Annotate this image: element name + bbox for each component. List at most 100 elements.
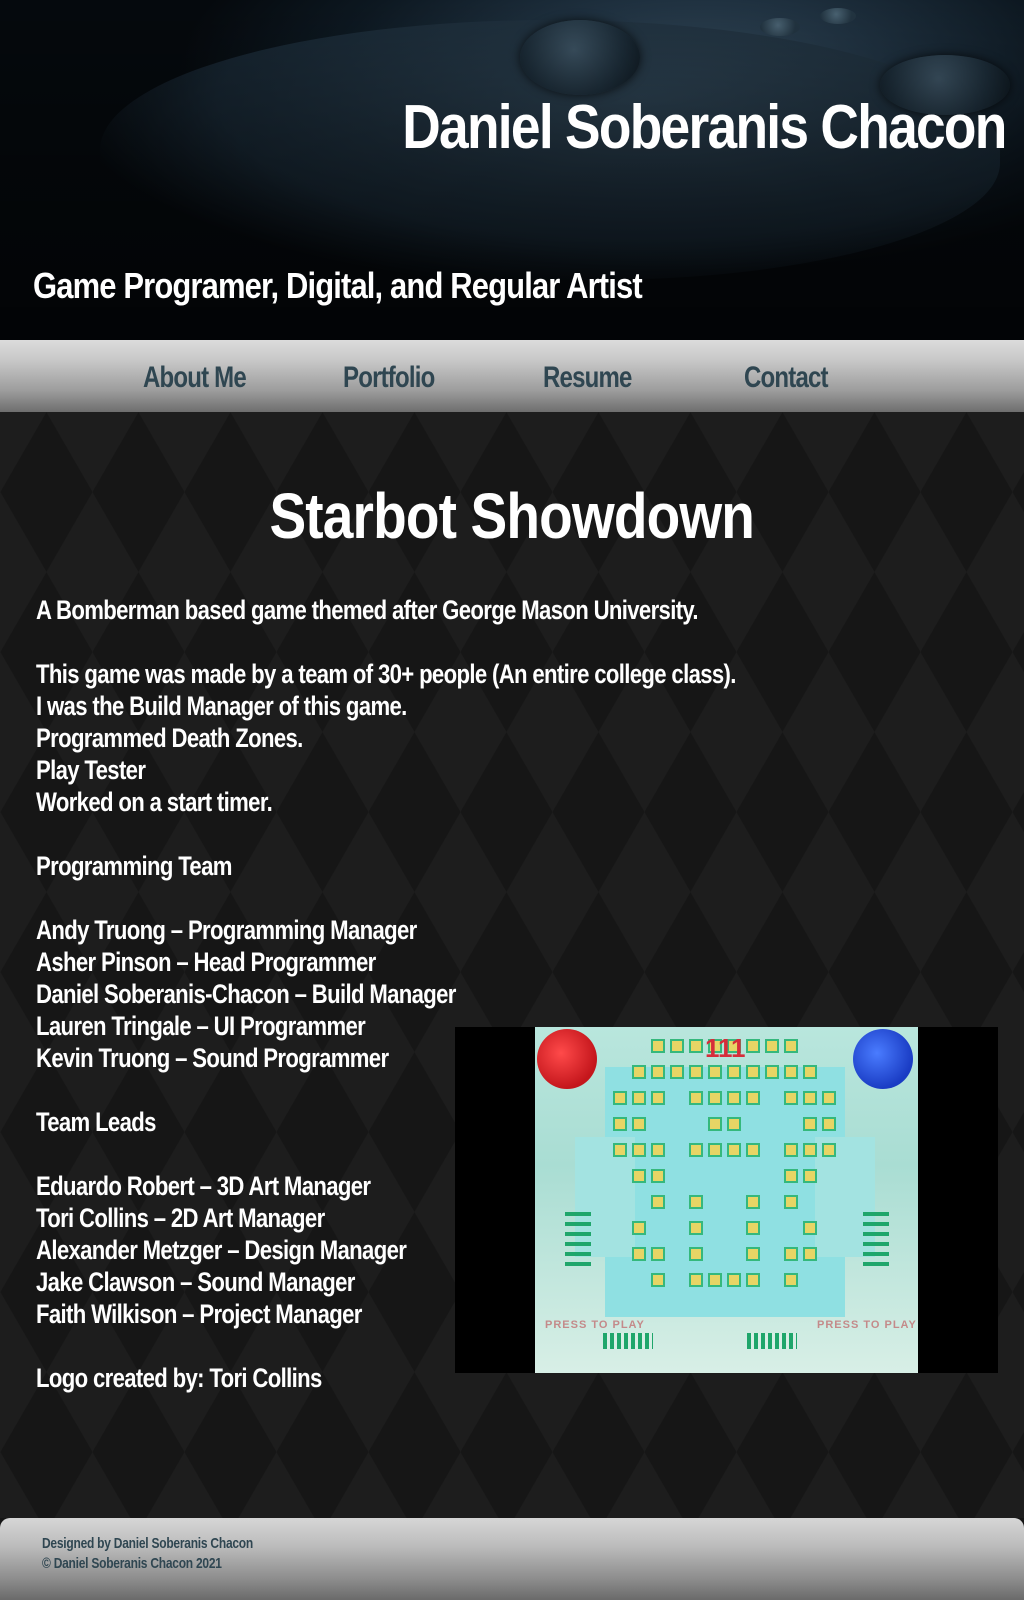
page-title-text: Starbot Showdown: [269, 480, 755, 552]
nav-link-about-me[interactable]: About Me: [143, 358, 247, 398]
role-line: This game was made by a team of 30+ peop…: [36, 659, 736, 689]
site-footer: Designed by Daniel Soberanis Chacon © Da…: [0, 1518, 1024, 1600]
game-block: [651, 1169, 665, 1183]
game-block: [651, 1247, 665, 1261]
game-block: [803, 1247, 817, 1261]
press-to-play-right: PRESS TO PLAY: [817, 1319, 917, 1331]
press-to-play-left: PRESS TO PLAY: [545, 1319, 645, 1331]
role-line: Programmed Death Zones.: [36, 723, 303, 753]
game-block: [632, 1065, 646, 1079]
gate-graphic: [603, 1333, 653, 1349]
game-block: [689, 1273, 703, 1287]
game-block: [803, 1221, 817, 1235]
game-timer: 111: [705, 1033, 746, 1063]
main-content: Starbot Showdown A Bomberman based game …: [0, 412, 1024, 1518]
game-block: [613, 1091, 627, 1105]
game-description: A Bomberman based game themed after Geor…: [36, 595, 699, 625]
team-member: Asher Pinson – Head Programmer: [36, 947, 376, 977]
team-lead: Faith Wilkison – Project Manager: [36, 1299, 362, 1329]
role-line: Play Tester: [36, 755, 146, 785]
game-block: [651, 1039, 665, 1053]
game-block: [727, 1091, 741, 1105]
game-block: [784, 1247, 798, 1261]
game-block: [784, 1065, 798, 1079]
game-block: [613, 1117, 627, 1131]
game-block: [689, 1195, 703, 1209]
game-screenshot: 111 PRESS TO PLAY PRESS TO PLAY: [455, 1027, 998, 1373]
team-lead: Tori Collins – 2D Art Manager: [36, 1203, 325, 1233]
site-header: Daniel Soberanis Chacon Game Programer, …: [0, 0, 1024, 340]
nav-link-contact[interactable]: Contact: [744, 358, 829, 398]
game-block: [708, 1065, 722, 1079]
game-block: [746, 1273, 760, 1287]
game-block: [784, 1169, 798, 1183]
game-block: [632, 1169, 646, 1183]
team-lead: Alexander Metzger – Design Manager: [36, 1235, 407, 1265]
page-title: Starbot Showdown: [0, 478, 1024, 554]
game-block: [651, 1273, 665, 1287]
team-lead: Eduardo Robert – 3D Art Manager: [36, 1171, 371, 1201]
game-block: [803, 1143, 817, 1157]
team-member: Daniel Soberanis-Chacon – Build Manager: [36, 979, 456, 1009]
game-block: [689, 1143, 703, 1157]
game-block: [746, 1143, 760, 1157]
game-block: [746, 1091, 760, 1105]
game-block: [765, 1039, 779, 1053]
game-block: [708, 1273, 722, 1287]
game-block: [651, 1195, 665, 1209]
game-block: [746, 1039, 760, 1053]
logo-credit: Logo created by: Tori Collins: [36, 1363, 322, 1393]
game-block: [632, 1221, 646, 1235]
team-leads-heading: Team Leads: [36, 1107, 156, 1137]
game-block: [727, 1143, 741, 1157]
game-block: [689, 1091, 703, 1105]
game-block: [727, 1117, 741, 1131]
team-member: Andy Truong – Programming Manager: [36, 915, 417, 945]
game-block: [822, 1143, 836, 1157]
role-line: I was the Build Manager of this game.: [36, 691, 407, 721]
game-block: [784, 1143, 798, 1157]
footer-copyright: © Daniel Soberanis Chacon 2021: [42, 1555, 222, 1572]
nav-link-portfolio[interactable]: Portfolio: [343, 358, 435, 398]
game-block: [632, 1247, 646, 1261]
red-robot-graphic: [537, 1029, 597, 1089]
game-block: [803, 1117, 817, 1131]
game-block: [803, 1091, 817, 1105]
ladder-graphic: [565, 1212, 591, 1272]
site-title: Daniel Soberanis Chacon: [402, 93, 1008, 162]
game-block: [689, 1039, 703, 1053]
game-block: [822, 1117, 836, 1131]
game-block: [632, 1091, 646, 1105]
main-nav: About Me Portfolio Resume Contact: [0, 340, 1024, 412]
game-block: [727, 1273, 741, 1287]
programming-team-heading: Programming Team: [36, 851, 232, 881]
game-block: [746, 1065, 760, 1079]
game-block: [670, 1039, 684, 1053]
game-board-image: 111 PRESS TO PLAY PRESS TO PLAY: [535, 1027, 918, 1373]
game-block: [746, 1247, 760, 1261]
game-block: [822, 1091, 836, 1105]
team-lead: Jake Clawson – Sound Manager: [36, 1267, 355, 1297]
gate-graphic: [747, 1333, 797, 1349]
game-block: [784, 1273, 798, 1287]
site-tagline: Game Programer, Digital, and Regular Art…: [33, 265, 643, 306]
game-block: [689, 1221, 703, 1235]
game-block: [746, 1221, 760, 1235]
game-block: [784, 1195, 798, 1209]
game-block: [708, 1091, 722, 1105]
nav-link-resume[interactable]: Resume: [543, 358, 632, 398]
game-block: [670, 1065, 684, 1079]
team-member: Kevin Truong – Sound Programmer: [36, 1043, 389, 1073]
game-block: [784, 1091, 798, 1105]
game-block: [689, 1247, 703, 1261]
game-block: [651, 1143, 665, 1157]
blue-robot-graphic: [853, 1029, 913, 1089]
game-block: [727, 1065, 741, 1079]
ladder-graphic: [863, 1212, 889, 1272]
game-block: [708, 1117, 722, 1131]
game-block: [765, 1065, 779, 1079]
game-block: [784, 1039, 798, 1053]
game-block: [632, 1143, 646, 1157]
game-block: [613, 1143, 627, 1157]
game-block: [651, 1091, 665, 1105]
